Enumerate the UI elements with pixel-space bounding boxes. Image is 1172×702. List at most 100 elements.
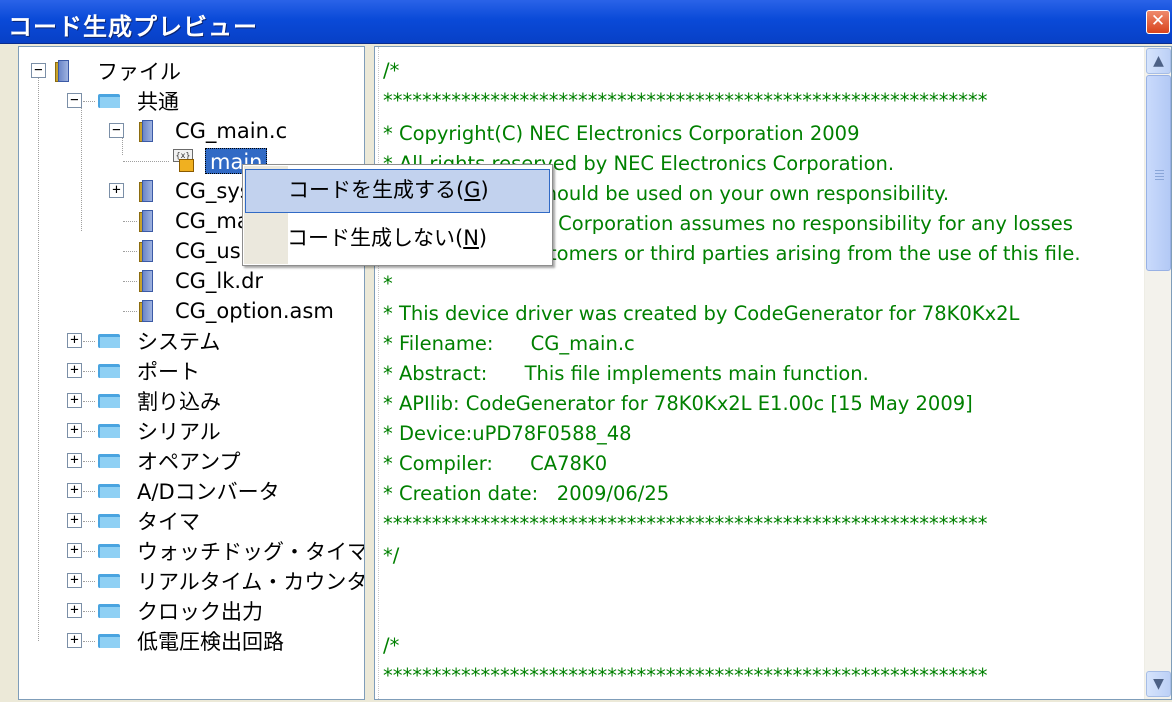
collapse-icon[interactable]: − [31, 63, 46, 78]
tree-connector [83, 611, 95, 612]
code-line: * Compiler: CA78K0 [383, 452, 608, 475]
tree-connector [83, 101, 95, 102]
tree-connector [83, 461, 95, 462]
code-preview[interactable]: /* *************************************… [374, 46, 1172, 700]
expand-icon[interactable]: + [67, 453, 82, 468]
tree-connector [83, 491, 95, 492]
tree-item-cg-option[interactable]: CG_option.asm [19, 296, 359, 326]
tree-item-serial[interactable]: + シリアル [19, 416, 359, 446]
menu-item-generate-code[interactable]: コードを生成する(G) [245, 169, 550, 213]
expand-icon[interactable]: + [67, 393, 82, 408]
expand-icon[interactable]: + [67, 333, 82, 348]
tree-item-timer[interactable]: + タイマ [19, 506, 359, 536]
tree-item-watchdog[interactable]: + ウォッチドッグ・タイマ [19, 536, 364, 566]
context-menu: コードを生成する(G) コード生成しない(N) [242, 164, 553, 266]
tree-item-label: クロック出力 [137, 600, 263, 624]
tree-item-label: タイマ [137, 510, 200, 534]
tree-connector [83, 641, 95, 642]
menu-label-prefix: コード生成しない( [287, 226, 464, 250]
code-line: * [383, 272, 393, 295]
file-doc-icon [139, 270, 153, 292]
code-line: * APIlib: CodeGenerator for 78K0Kx2L E1.… [383, 392, 973, 415]
folder-icon [98, 94, 120, 108]
file-doc-icon [139, 300, 153, 322]
tree-connector [123, 311, 137, 312]
tree-connector [123, 281, 137, 282]
tree-item-cg-main[interactable]: − CG_main.c [19, 116, 359, 146]
tree-item-label: CG_ma [175, 209, 250, 233]
tree-item-label: ファイル [97, 60, 181, 84]
folder-icon [98, 394, 120, 408]
tree-item-label: 共通 [137, 90, 179, 114]
menu-label-suffix: ) [480, 178, 489, 202]
tree-item-label: ウォッチドッグ・タイマ [137, 540, 365, 564]
tree-connector [83, 341, 95, 342]
tree-item-label: CG_main.c [175, 119, 288, 143]
tree-view[interactable]: − ファイル − 共通 − CG_main.c {x} main + CG_sy… [18, 46, 365, 700]
expand-icon[interactable]: + [67, 633, 82, 648]
expand-icon[interactable]: + [67, 483, 82, 498]
tree-item-rtc[interactable]: + リアルタイム・カウンタ [19, 566, 364, 596]
code-line: ****************************************… [383, 89, 988, 112]
folder-icon [98, 574, 120, 588]
tree-item-ad-converter[interactable]: + A/Dコンバータ [19, 476, 359, 506]
tree-item-opamp[interactable]: + オペアンプ [19, 446, 359, 476]
file-doc-icon [139, 180, 153, 202]
tree-item-label: CG_lk.dr [175, 269, 264, 293]
tree-item-interrupt[interactable]: + 割り込み [19, 386, 359, 416]
expand-icon[interactable]: + [67, 423, 82, 438]
title-bar: コード生成プレビュー ✕ [0, 0, 1172, 44]
expand-icon[interactable]: + [67, 573, 82, 588]
code-line: * Filename: CG_main.c [383, 332, 635, 355]
tree-item-lvd[interactable]: + 低電圧検出回路 [19, 626, 359, 656]
code-line: ****************************************… [383, 512, 988, 535]
tree-item-label: ポート [137, 360, 200, 384]
code-line: * Creation date: 2009/06/25 [383, 482, 670, 505]
tree-item-common[interactable]: − 共通 [19, 86, 359, 116]
window-title: コード生成プレビュー [8, 13, 258, 41]
tree-item-port[interactable]: + ポート [19, 356, 359, 386]
tree-connector [83, 581, 95, 582]
tree-item-files[interactable]: − ファイル [19, 56, 359, 86]
tree-item-label: CG_option.asm [175, 299, 334, 323]
collapse-icon[interactable]: − [67, 93, 82, 108]
collapse-icon[interactable]: − [109, 123, 124, 138]
expand-icon[interactable]: + [109, 183, 124, 198]
code-line: /* [383, 59, 400, 82]
expand-icon[interactable]: + [67, 363, 82, 378]
tree-item-label: A/Dコンバータ [137, 480, 280, 504]
code-line: */ [383, 544, 400, 567]
tree-item-clock-output[interactable]: + クロック出力 [19, 596, 359, 626]
code-line: * Copyright(C) NEC Electronics Corporati… [383, 122, 860, 145]
code-line: ****************************************… [383, 664, 988, 687]
tree-connector [123, 251, 137, 252]
scroll-up-arrow-icon[interactable]: ▲ [1146, 48, 1171, 74]
expand-icon[interactable]: + [67, 513, 82, 528]
folder-icon [98, 544, 120, 558]
menu-label-prefix: コードを生成する( [288, 178, 465, 202]
menu-item-no-generate-code[interactable]: コード生成しない(N) [245, 217, 550, 261]
expand-icon[interactable]: + [67, 543, 82, 558]
folder-icon [98, 424, 120, 438]
tree-connector [83, 431, 95, 432]
tree-connector [123, 161, 169, 162]
menu-label-suffix: ) [478, 226, 488, 250]
tree-item-system[interactable]: + システム [19, 326, 359, 356]
tree-item-label: 割り込み [137, 390, 221, 414]
tree-connector [83, 371, 95, 372]
folder-icon [98, 364, 120, 378]
tree-item-label: オペアンプ [137, 450, 241, 474]
folder-icon [98, 514, 120, 528]
tree-item-label: 低電圧検出回路 [137, 630, 284, 654]
scroll-down-arrow-icon[interactable]: ▼ [1146, 671, 1171, 697]
folder-icon [98, 484, 120, 498]
tree-item-cg-lk[interactable]: CG_lk.dr [19, 266, 359, 296]
scroll-thumb[interactable] [1146, 75, 1171, 271]
menu-mnemonic: G [464, 178, 481, 202]
function-lock-icon: {x} [173, 149, 201, 173]
vertical-scrollbar[interactable]: ▲ ▼ [1144, 47, 1171, 699]
tree-connector [83, 521, 95, 522]
expand-icon[interactable]: + [67, 603, 82, 618]
close-icon[interactable]: ✕ [1146, 10, 1170, 34]
tree-connector [123, 221, 137, 222]
